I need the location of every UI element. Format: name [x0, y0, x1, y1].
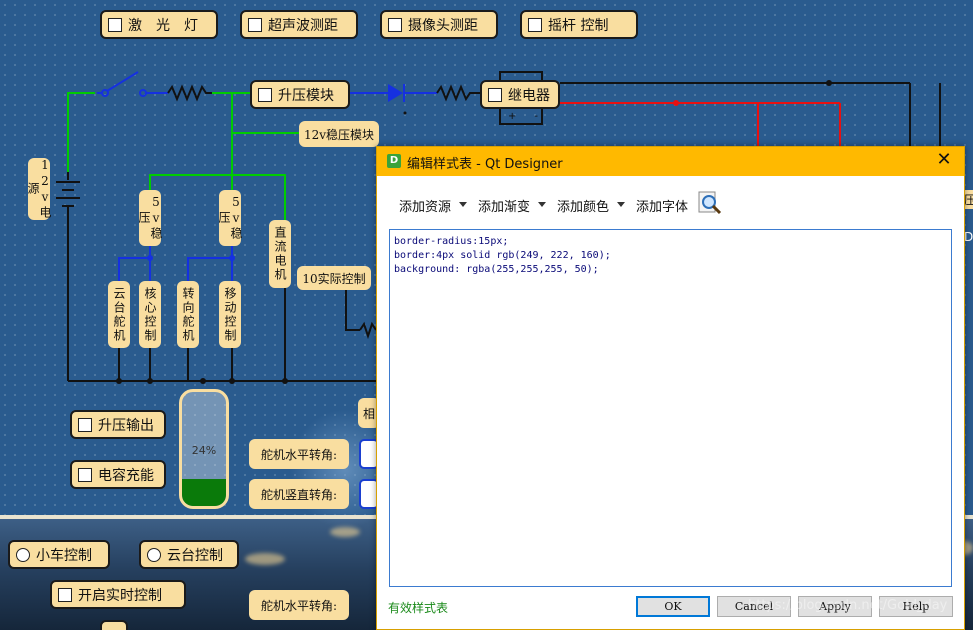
ok-button[interactable]: OK: [636, 596, 710, 617]
ultrasonic-ranging-button[interactable]: 超声波测距: [240, 10, 358, 39]
right-edge-glyph: D: [964, 230, 973, 244]
gimbal-control-radio[interactable]: 云台控制: [139, 540, 239, 569]
checkbox[interactable]: [488, 87, 502, 102]
regulator-5v-b-label: 5v稳压: [217, 190, 243, 246]
validation-status: 有效样式表: [388, 601, 449, 615]
steering-servo-label: 转向舵机: [177, 281, 199, 348]
button-label: 小车控制: [36, 547, 92, 564]
chevron-down-icon[interactable]: [459, 202, 467, 207]
enable-realtime-control-button[interactable]: 开启实时控制: [50, 580, 186, 609]
capacitor-charge-button[interactable]: 电容充能: [70, 460, 166, 489]
add-font-button[interactable]: 添加字体: [636, 196, 688, 215]
dialog-titlebar[interactable]: D 编辑样式表 - Qt Designer ✕: [377, 147, 964, 176]
checkbox[interactable]: [248, 17, 262, 32]
button-label: 超声波测距: [268, 17, 338, 34]
watermark-text: https://blog.csdn.net/Gold_day: [748, 598, 948, 613]
button-label: 升压模块: [278, 87, 334, 104]
chevron-down-icon[interactable]: [617, 202, 625, 207]
checkbox[interactable]: [58, 587, 72, 602]
partial-bottom-button[interactable]: [100, 620, 128, 630]
magnifier-icon[interactable]: [697, 190, 723, 216]
button-label: 云台控制: [167, 547, 223, 564]
dc-motor-label: 直流电机: [269, 220, 291, 288]
gauge-fill: [182, 478, 226, 506]
add-color-button[interactable]: 添加颜色: [557, 196, 609, 215]
capacitor-charge-gauge: 24%: [179, 389, 229, 509]
chevron-down-icon[interactable]: [538, 202, 546, 207]
car-control-radio[interactable]: 小车控制: [8, 540, 110, 569]
boost-output-button[interactable]: 升压输出: [70, 410, 166, 439]
checkbox[interactable]: [258, 87, 272, 102]
relay-pins: + -: [508, 111, 538, 122]
gimbal-servo-label: 云台舵机: [108, 281, 130, 348]
power-12v-label: 12v电源: [26, 158, 52, 220]
button-label: 摄像头测距: [408, 17, 478, 34]
boost-module-button[interactable]: 升压模块: [250, 80, 350, 109]
laser-light-button[interactable]: 激 光 灯: [100, 10, 218, 39]
checkbox[interactable]: [388, 17, 402, 32]
close-icon[interactable]: ✕: [934, 150, 954, 170]
servo-horizontal-label: 舵机水平转角:: [249, 439, 349, 469]
core-control-label: 核心控制: [139, 281, 161, 348]
radio-button[interactable]: [147, 547, 161, 562]
dialog-title: 编辑样式表 - Qt Designer: [407, 157, 563, 172]
realtime-control-label: 10实际控制: [297, 266, 371, 290]
qt-designer-icon: D: [387, 154, 401, 168]
button-label: 继电器: [508, 87, 550, 104]
add-gradient-button[interactable]: 添加渐变: [478, 196, 530, 215]
button-label: 摇杆 控制: [548, 17, 609, 34]
button-label: 激 光 灯: [128, 17, 198, 34]
stylesheet-line: border:4px solid rgb(249, 222, 160);: [394, 250, 611, 261]
stylesheet-line: border-radius:15px;: [394, 236, 509, 247]
main-window-canvas: 激 光 灯 超声波测距 摄像头测距 摇杆 控制 升压模块 继电器 + - 12v…: [0, 0, 973, 630]
motion-control-label: 移动控制: [219, 281, 241, 348]
regulator-5v-a-label: 5v稳压: [137, 190, 163, 246]
joystick-control-button[interactable]: 摇杆 控制: [520, 10, 638, 39]
add-resource-button[interactable]: 添加资源: [399, 196, 451, 215]
checkbox[interactable]: [108, 17, 122, 32]
checkbox[interactable]: [78, 417, 92, 432]
regulator-12v-label: 12v稳压模块: [299, 121, 379, 147]
relay-pin-plus: +: [508, 111, 517, 122]
checkbox[interactable]: [528, 17, 542, 32]
edit-stylesheet-dialog[interactable]: D 编辑样式表 - Qt Designer ✕ 添加资源 添加渐变 添加颜色 添…: [376, 146, 965, 630]
stylesheet-line: background: rgba(255,255,255, 50);: [394, 264, 599, 275]
relay-pin-minus: -: [534, 111, 538, 122]
button-label: 升压输出: [98, 417, 154, 434]
checkbox[interactable]: [78, 467, 92, 482]
gauge-label: 24%: [191, 444, 217, 457]
radio-button[interactable]: [16, 547, 30, 562]
button-label: 开启实时控制: [78, 587, 162, 604]
servo-vertical-label: 舵机竖直转角:: [249, 479, 349, 509]
camera-ranging-button[interactable]: 摄像头测距: [380, 10, 498, 39]
relay-button[interactable]: 继电器: [480, 80, 560, 109]
button-label: 电容充能: [98, 467, 154, 484]
servo-horizontal-label-2: 舵机水平转角:: [249, 590, 349, 620]
stylesheet-editor[interactable]: border-radius:15px; border:4px solid rgb…: [389, 229, 952, 587]
dialog-toolbar: 添加资源 添加渐变 添加颜色 添加字体: [377, 176, 964, 228]
